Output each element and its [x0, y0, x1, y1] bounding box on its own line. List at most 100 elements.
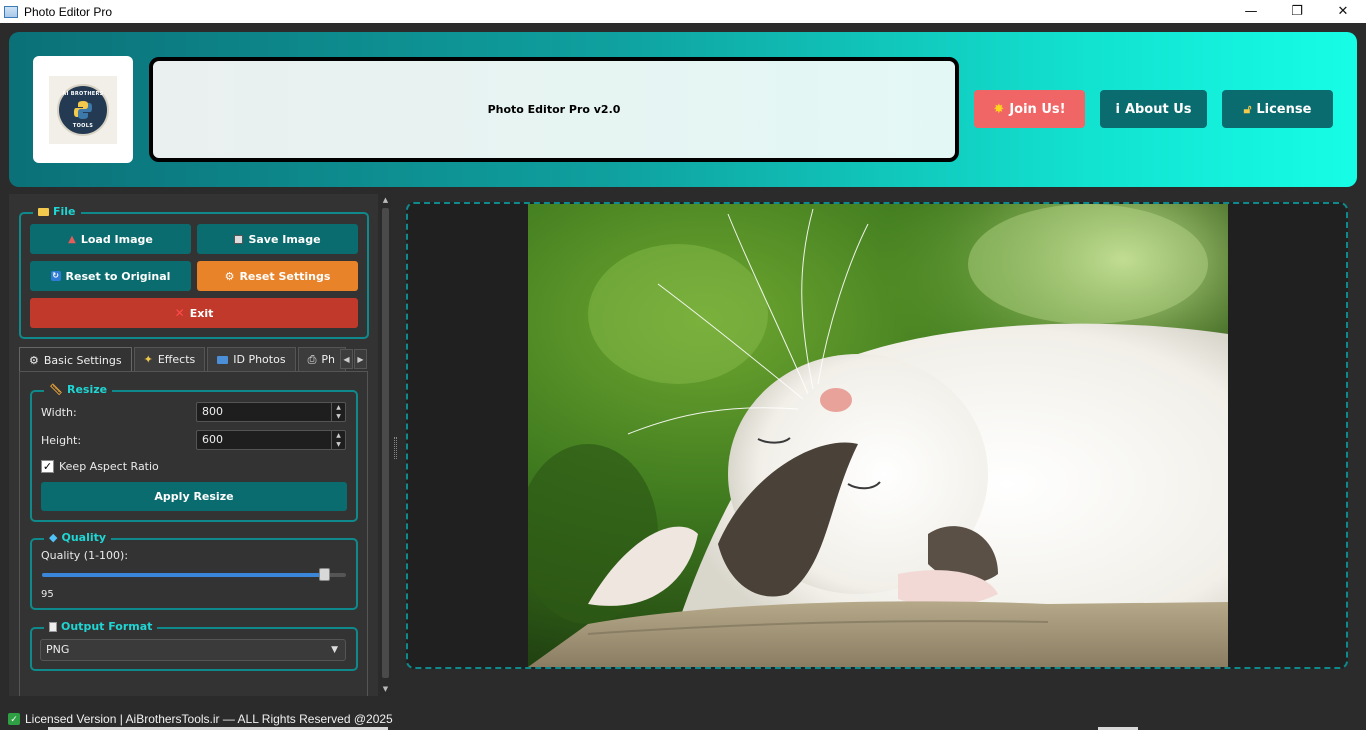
- reset-to-original-label: Reset to Original: [65, 269, 171, 283]
- ruler-icon: 📏︎: [49, 383, 63, 396]
- title-bar: Photo Editor Pro — ❐ ✕: [0, 0, 1366, 23]
- scroll-up-icon[interactable]: ▲: [380, 195, 391, 205]
- chevron-down-icon: ▼: [331, 645, 338, 655]
- x-icon: ✕: [174, 306, 185, 320]
- tab-effects[interactable]: ✦ Effects: [133, 347, 206, 371]
- app-icon: [4, 5, 18, 18]
- tab-scroll-left-button[interactable]: ◀: [340, 349, 353, 369]
- header: AI BROTHERS TOOLS Photo Editor Pro v2.0 …: [9, 32, 1357, 187]
- width-value: 800: [202, 405, 223, 418]
- license-button[interactable]: 🔓︎ License: [1222, 90, 1333, 128]
- quality-slider-handle[interactable]: [319, 568, 330, 581]
- logo: AI BROTHERS TOOLS: [33, 56, 133, 163]
- logo-badge: AI BROTHERS TOOLS: [57, 83, 109, 136]
- quality-slider-fill: [42, 573, 324, 577]
- logo-text-top: AI BROTHERS: [62, 90, 104, 97]
- quality-value: 95: [41, 589, 54, 600]
- tab-id-photos[interactable]: ID Photos: [207, 347, 296, 371]
- tab-photo-print[interactable]: ⎙ Ph: [297, 347, 346, 371]
- load-image-label: Load Image: [80, 232, 153, 246]
- exit-label: Exit: [189, 306, 214, 320]
- close-button[interactable]: ✕: [1320, 0, 1366, 23]
- cat-photo: [528, 204, 1228, 667]
- tab-effects-label: Effects: [157, 353, 196, 366]
- tab-id-photos-label: ID Photos: [233, 353, 286, 366]
- reset-settings-button[interactable]: ⚙ Reset Settings: [197, 261, 358, 291]
- output-format-group-label: Output Format: [61, 620, 153, 633]
- window-controls: — ❐ ✕: [1228, 0, 1366, 23]
- quality-group-title: ◆ Quality: [44, 531, 112, 544]
- app-banner: Photo Editor Pro v2.0: [149, 57, 959, 162]
- sparkle-icon: ✦: [143, 353, 153, 366]
- lock-icon: 🔓︎: [1243, 101, 1252, 116]
- image-viewer[interactable]: [406, 202, 1348, 669]
- splitter-handle[interactable]: [394, 437, 397, 459]
- save-image-label: Save Image: [248, 232, 321, 246]
- preview-image: [528, 204, 1228, 667]
- check-icon: ✓: [8, 713, 20, 725]
- banner-title: Photo Editor Pro v2.0: [487, 103, 621, 116]
- spin-down-icon[interactable]: ▼: [332, 412, 345, 421]
- exit-button[interactable]: ✕ Exit: [30, 298, 358, 328]
- join-us-button[interactable]: ✸ Join Us!: [974, 90, 1085, 128]
- tab-basic-settings[interactable]: ⚙ Basic Settings: [19, 347, 132, 372]
- load-image-button[interactable]: ▲ Load Image: [30, 224, 191, 254]
- folder-icon: [38, 207, 49, 216]
- quality-group-label: Quality: [61, 531, 107, 544]
- spin-down-icon[interactable]: ▼: [332, 440, 345, 449]
- scroll-down-icon[interactable]: ▼: [380, 684, 391, 694]
- upload-icon: ▲: [68, 233, 76, 245]
- file-group: File ▲ Load Image Save Image ↻ Reset to …: [19, 205, 369, 339]
- status-text: Licensed Version | AiBrothersTools.ir — …: [25, 712, 393, 726]
- python-logo-icon: [74, 100, 92, 119]
- apply-resize-label: Apply Resize: [154, 490, 234, 503]
- file-group-label: File: [53, 205, 76, 218]
- tab-basic-settings-label: Basic Settings: [43, 353, 122, 367]
- quality-label: Quality (1-100):: [41, 549, 129, 562]
- tab-scroll-right-button[interactable]: ▶: [354, 349, 367, 369]
- license-label: License: [1256, 101, 1312, 117]
- gear-icon: ⚙: [29, 353, 39, 367]
- id-card-icon: [217, 355, 229, 364]
- diamond-icon: ◆: [49, 531, 58, 544]
- window-title: Photo Editor Pro: [24, 4, 113, 19]
- output-format-group-title: Output Format: [44, 620, 158, 633]
- floppy-icon: [234, 234, 244, 244]
- join-us-label: Join Us!: [1009, 101, 1066, 117]
- gear-icon: ⚙: [224, 269, 235, 283]
- document-icon: [49, 621, 57, 632]
- keep-aspect-label: Keep Aspect Ratio: [59, 460, 159, 473]
- height-spin-arrows[interactable]: ▲ ▼: [331, 431, 345, 449]
- logo-inner: AI BROTHERS TOOLS: [49, 75, 117, 144]
- height-label: Height:: [41, 434, 82, 447]
- about-us-button[interactable]: i About Us: [1100, 90, 1207, 128]
- settings-scrollbar[interactable]: ▲ ▼: [380, 194, 391, 696]
- minimize-button[interactable]: —: [1228, 0, 1274, 23]
- save-image-button[interactable]: Save Image: [197, 224, 358, 254]
- about-us-label: About Us: [1124, 101, 1192, 117]
- info-icon: i: [1115, 101, 1120, 117]
- apply-resize-button[interactable]: Apply Resize: [41, 482, 347, 511]
- maximize-button[interactable]: ❐: [1274, 0, 1320, 23]
- spin-up-icon[interactable]: ▲: [332, 403, 345, 412]
- star-icon: ✸: [993, 101, 1005, 117]
- height-value: 600: [202, 433, 223, 446]
- resize-group-label: Resize: [66, 383, 108, 396]
- height-spinbox[interactable]: 600 ▲ ▼: [196, 430, 346, 450]
- scrollbar-thumb[interactable]: [382, 208, 389, 678]
- resize-group-title: 📏︎ Resize: [44, 383, 113, 396]
- refresh-icon: ↻: [50, 271, 61, 281]
- file-group-title: File: [33, 205, 81, 218]
- reset-to-original-button[interactable]: ↻ Reset to Original: [30, 261, 191, 291]
- width-spinbox[interactable]: 800 ▲ ▼: [196, 402, 346, 422]
- tab-photo-print-label: Ph: [321, 353, 335, 366]
- output-format-select[interactable]: PNG ▼: [40, 639, 346, 661]
- settings-tabs: ⚙ Basic Settings ✦ Effects ID Photos ⎙ P…: [19, 347, 348, 372]
- logo-text-bottom: TOOLS: [72, 122, 94, 129]
- width-spin-arrows[interactable]: ▲ ▼: [331, 403, 345, 421]
- spin-up-icon[interactable]: ▲: [332, 431, 345, 440]
- keep-aspect-checkbox[interactable]: ✓: [41, 460, 54, 473]
- width-label: Width:: [41, 406, 77, 419]
- reset-settings-label: Reset Settings: [239, 269, 331, 283]
- output-format-value: PNG: [46, 643, 70, 656]
